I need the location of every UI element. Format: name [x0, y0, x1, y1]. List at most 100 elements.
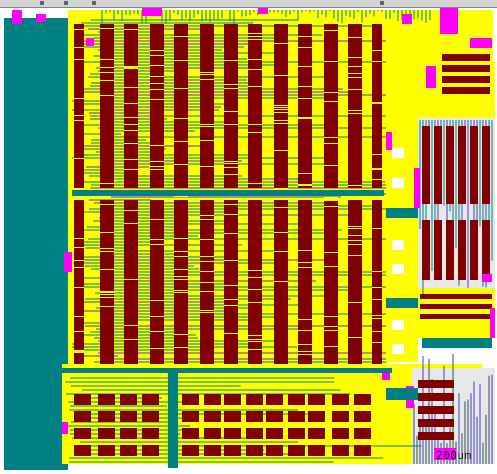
cell-notch [74, 238, 84, 239]
cell-notch [274, 150, 288, 151]
macro-cell [442, 54, 490, 61]
macro-cell [74, 428, 91, 439]
chip-layout-canvas[interactable] [2, 8, 495, 472]
cell-notch [200, 256, 214, 257]
macro-cell [266, 445, 283, 456]
cell-column-upper [150, 24, 164, 188]
cell-notch [324, 346, 338, 347]
cell-notch [224, 214, 238, 215]
cell-notch [74, 260, 84, 261]
macro-cell [98, 394, 115, 405]
macro-cell [120, 428, 137, 439]
cell-notch [372, 228, 382, 229]
cell-notch [324, 330, 338, 331]
cell-notch [298, 344, 312, 345]
cell-notch [74, 115, 84, 116]
cell-notch [224, 233, 238, 234]
cell-notch [324, 200, 338, 201]
cell-notch [348, 73, 362, 74]
cell-notch [100, 59, 114, 60]
pad-window [392, 320, 404, 330]
cell-notch [200, 282, 214, 283]
cell-notch [74, 350, 84, 351]
cell-notch [348, 255, 362, 256]
cell-notch [348, 66, 362, 67]
cell-notch [224, 174, 238, 175]
cell-notch [200, 166, 214, 167]
cell-notch [298, 118, 312, 119]
cell-notch [200, 239, 214, 240]
macro-cell [204, 411, 221, 422]
cell-notch [150, 50, 164, 51]
power-rail-left [4, 18, 68, 470]
cell-notch [372, 315, 382, 316]
macro-cell [224, 445, 241, 456]
macro-cell [418, 406, 454, 414]
via-marker [62, 422, 68, 434]
macro-cell [266, 411, 283, 422]
cell-notch [124, 339, 138, 340]
cell-column-upper [248, 24, 262, 188]
cell-notch [150, 55, 164, 56]
macro-cell [288, 411, 305, 422]
cell-notch [100, 183, 114, 184]
cell-notch [74, 247, 84, 248]
cell-notch [74, 316, 84, 317]
cell-notch [224, 204, 238, 205]
cell-notch [348, 337, 362, 338]
cell-notch [200, 215, 214, 216]
cell-notch [248, 124, 262, 125]
macro-cell [422, 126, 430, 204]
cell-notch [224, 285, 238, 286]
cell-notch [348, 37, 362, 38]
cell-notch [248, 86, 262, 87]
toolbar-marker [40, 1, 44, 5]
cell-column-lower [324, 200, 338, 364]
macro-cell [418, 393, 454, 401]
macro-cell [246, 411, 263, 422]
cell-notch [324, 137, 338, 138]
cell-column-lower [298, 200, 312, 364]
cell-notch [124, 87, 138, 88]
cell-notch [372, 103, 382, 104]
cell-notch [324, 316, 338, 317]
macro-cell [420, 314, 492, 319]
cell-notch [150, 239, 164, 240]
macro-cell [74, 445, 91, 456]
cell-column-upper [348, 24, 362, 188]
via-marker [142, 8, 162, 16]
cell-notch [124, 198, 138, 199]
cell-notch [150, 316, 164, 317]
macro-cell [246, 394, 263, 405]
cell-notch [248, 36, 262, 37]
via-marker [36, 14, 46, 22]
cell-notch [124, 103, 138, 104]
cell-notch [124, 325, 138, 326]
cell-notch [348, 110, 362, 111]
cell-notch [100, 80, 114, 81]
cell-notch [100, 67, 114, 68]
via-marker [386, 132, 392, 150]
cell-column-upper [100, 24, 114, 188]
cell-notch [298, 185, 312, 186]
cell-notch [372, 168, 382, 169]
cell-notch [298, 351, 312, 352]
cell-notch [174, 118, 188, 119]
cell-column-lower [74, 200, 84, 364]
cell-notch [200, 261, 214, 262]
via-marker [12, 10, 22, 24]
cell-notch [248, 289, 262, 290]
cell-notch [348, 235, 362, 236]
cell-notch [248, 59, 262, 60]
cell-notch [224, 189, 238, 190]
macro-cell [98, 411, 115, 422]
macro-cell [470, 220, 478, 280]
cell-notch [224, 88, 238, 89]
cell-notch [248, 335, 262, 336]
cell-notch [324, 165, 338, 166]
cell-notch [150, 348, 164, 349]
cell-notch [150, 161, 164, 162]
macro-cell [332, 394, 349, 405]
cell-notch [74, 158, 84, 159]
cell-notch [372, 179, 382, 180]
